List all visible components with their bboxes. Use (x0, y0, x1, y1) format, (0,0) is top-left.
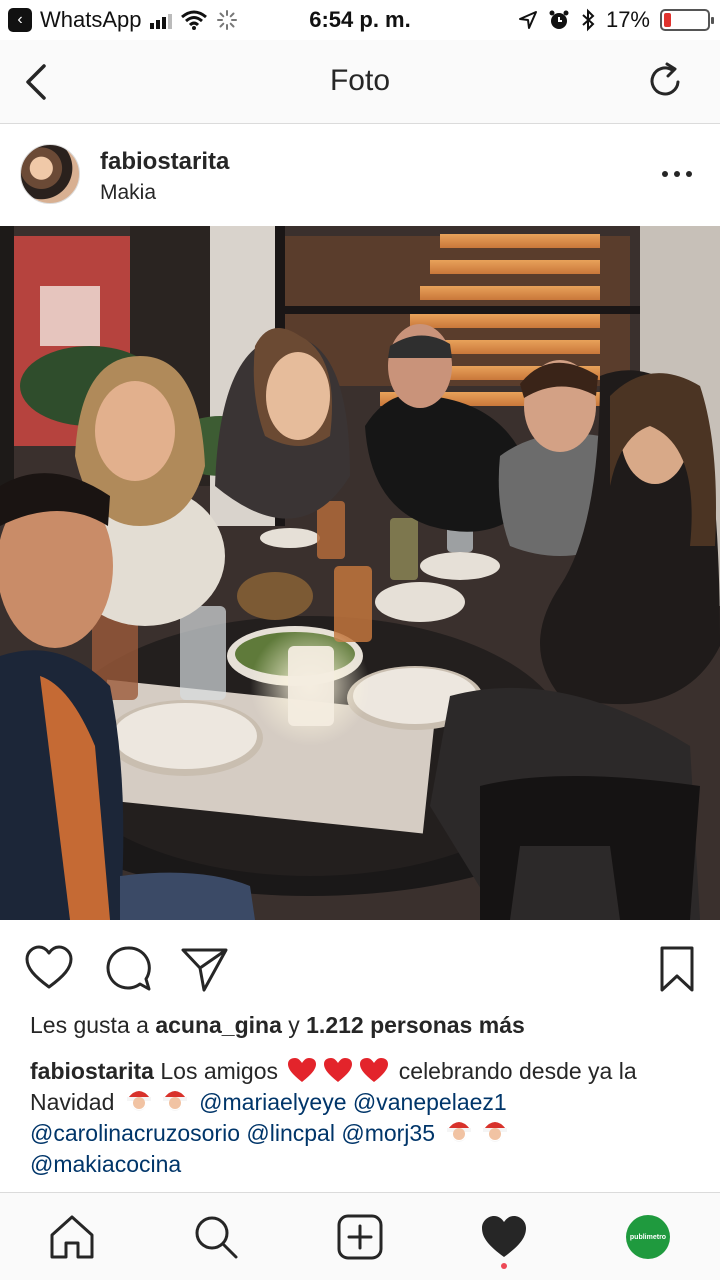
caption-username[interactable]: fabiostarita (30, 1058, 154, 1084)
battery-percent: 17% (605, 7, 650, 32)
post-header: fabiostarita Makia (0, 126, 720, 226)
page-title: Foto (329, 64, 391, 97)
heart-outline-icon[interactable] (24, 944, 74, 994)
likes-user[interactable]: acuna_gina (155, 1012, 282, 1038)
photo-illustration (0, 226, 720, 920)
mention-link[interactable]: @lincpal (246, 1120, 335, 1146)
heart-filled-icon[interactable] (480, 1213, 528, 1261)
mention-link[interactable]: @vanepelaez1 (353, 1089, 507, 1115)
more-horizontal-icon[interactable] (662, 164, 692, 184)
likes-summary[interactable]: Les gusta a acuna_gina y 1.212 personas … (30, 1012, 525, 1039)
add-post-icon[interactable] (336, 1213, 384, 1261)
likes-middle: y (281, 1012, 307, 1038)
mention-link[interactable]: @makiacocina (30, 1151, 181, 1177)
likes-count[interactable]: 1.212 personas más (306, 1012, 525, 1038)
tab-bar: publimetro (0, 1192, 720, 1280)
post-photo[interactable] (0, 226, 720, 920)
notification-dot (501, 1263, 507, 1269)
post-username[interactable]: fabiostarita (100, 148, 229, 176)
refresh-icon[interactable] (646, 60, 686, 104)
caption-text-1: Los amigos (153, 1058, 285, 1084)
heart-emoji-icon (324, 1058, 353, 1082)
santa-emoji-icon (447, 1122, 472, 1142)
bookmark-icon[interactable] (652, 944, 702, 994)
avatar[interactable] (20, 144, 80, 204)
home-icon[interactable] (48, 1213, 96, 1261)
post-actions (0, 940, 720, 1000)
santa-emoji-icon (126, 1091, 151, 1111)
battery-level (664, 13, 671, 27)
profile-label: publimetro (629, 1233, 667, 1241)
mention-link[interactable]: @carolinacruzosorio (30, 1120, 240, 1146)
santa-emoji-icon (483, 1122, 508, 1142)
send-icon[interactable] (180, 944, 230, 994)
status-bar: ‹ WhatsApp 6:54 p. m. 17% (0, 0, 720, 40)
bluetooth-icon (582, 8, 595, 32)
alarm-icon (549, 10, 569, 29)
santa-emoji-icon (162, 1091, 187, 1111)
mention-link[interactable]: @morj35 (341, 1120, 435, 1146)
location-arrow-icon (518, 11, 537, 29)
post-location[interactable]: Makia (100, 181, 156, 205)
comment-icon[interactable] (103, 944, 153, 994)
search-icon[interactable] (192, 1213, 240, 1261)
post-caption: fabiostarita Los amigos celebrando desde… (30, 1056, 690, 1180)
profile-tab[interactable]: publimetro (626, 1215, 670, 1259)
heart-emoji-icon (360, 1058, 389, 1082)
mention-link[interactable]: @mariaelyeye (199, 1089, 346, 1115)
nav-bar: Foto (0, 40, 720, 124)
battery-icon (660, 9, 714, 31)
likes-prefix: Les gusta a (30, 1012, 156, 1038)
heart-emoji-icon (288, 1058, 317, 1082)
status-right: 17% (518, 7, 714, 33)
